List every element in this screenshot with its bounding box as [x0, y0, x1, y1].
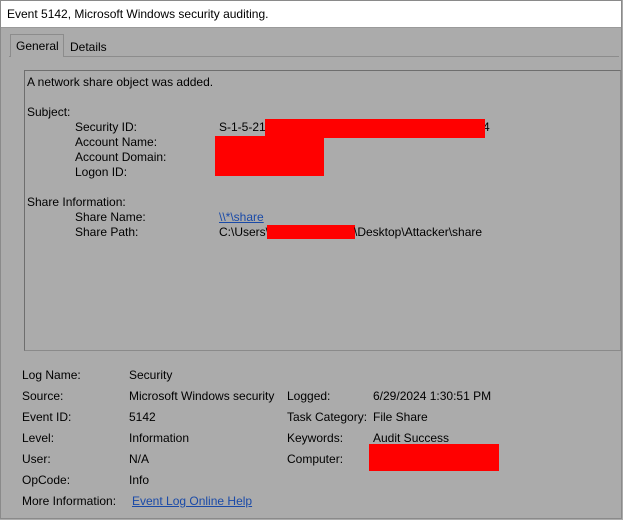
account-name-label: Account Name:	[75, 135, 158, 149]
level-label: Level:	[22, 431, 55, 445]
share-path-redaction	[267, 225, 355, 239]
event-id-value: 5142	[129, 410, 156, 424]
logon-id-label: Logon ID:	[75, 165, 128, 179]
task-category-value: File Share	[373, 410, 428, 424]
share-name-link[interactable]: \\*\share	[219, 210, 264, 224]
title-bar[interactable]: Event 5142, Microsoft Windows security a…	[1, 1, 621, 28]
logged-label: Logged:	[287, 389, 331, 403]
opcode-value: Info	[129, 473, 150, 487]
share-path-suffix: \Desktop\Attacker\share	[354, 225, 483, 239]
share-name-label: Share Name:	[75, 210, 146, 224]
event-log-online-help-link[interactable]: Event Log Online Help	[132, 494, 252, 508]
source-value: Microsoft Windows security	[129, 389, 275, 403]
event-summary: A network share object was added.	[27, 75, 214, 89]
computer-redaction	[369, 444, 499, 471]
more-info-label: More Information:	[22, 494, 117, 508]
source-label: Source:	[22, 389, 64, 403]
level-value: Information	[129, 431, 190, 445]
log-name-value: Security	[129, 368, 173, 382]
subject-heading: Subject:	[27, 105, 71, 119]
security-id-prefix: S-1-5-21	[219, 120, 266, 134]
tab-details[interactable]: Details	[65, 36, 112, 57]
task-category-label: Task Category:	[287, 410, 368, 424]
security-id-label: Security ID:	[75, 120, 138, 134]
share-path-label: Share Path:	[75, 225, 139, 239]
event-id-label: Event ID:	[22, 410, 72, 424]
event-properties-window: Event 5142, Microsoft Windows security a…	[0, 0, 622, 519]
account-info-redaction	[215, 136, 324, 176]
logged-value: 6/29/2024 1:30:51 PM	[373, 389, 492, 403]
user-label: User:	[22, 452, 51, 466]
tab-general[interactable]: General	[10, 34, 64, 57]
share-info-heading: Share Information:	[27, 195, 126, 209]
opcode-label: OpCode:	[22, 473, 71, 487]
share-path-prefix: C:\Users\	[219, 225, 270, 239]
log-name-label: Log Name:	[22, 368, 81, 382]
keywords-value: Audit Success	[373, 431, 450, 445]
tab-divider	[9, 56, 619, 57]
user-value: N/A	[129, 452, 150, 466]
account-domain-label: Account Domain:	[75, 150, 167, 164]
window-title: Event 5142, Microsoft Windows security a…	[7, 7, 269, 21]
computer-label: Computer:	[287, 452, 344, 466]
keywords-label: Keywords:	[287, 431, 344, 445]
